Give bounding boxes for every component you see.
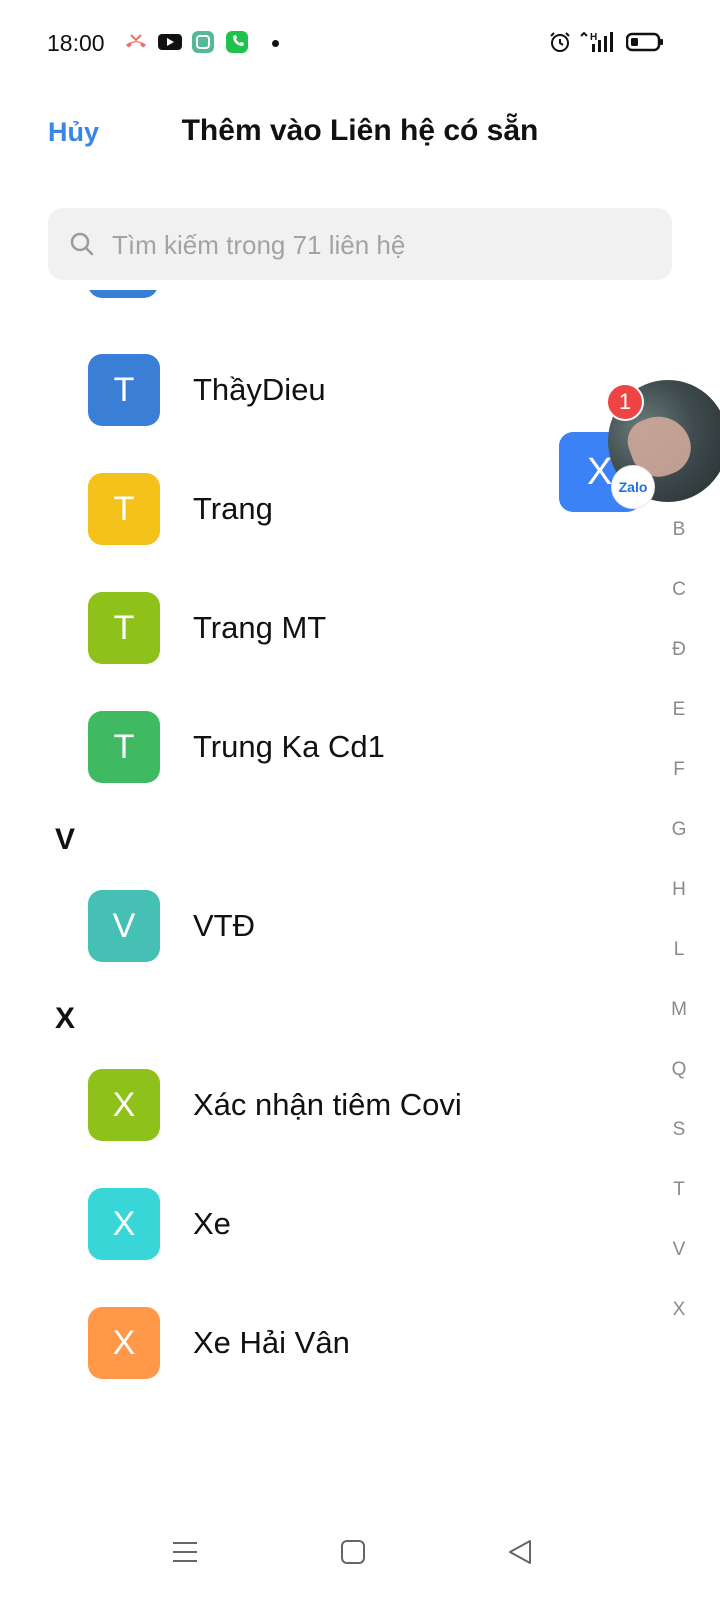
index-letter[interactable]: M xyxy=(664,980,694,1040)
contact-item[interactable]: T ThầyDieu xyxy=(0,330,680,448)
index-letter[interactable]: E xyxy=(664,680,694,740)
index-letter[interactable]: Đ xyxy=(664,620,694,680)
search-icon xyxy=(68,230,96,258)
phone-app-icon xyxy=(225,30,249,54)
index-letter[interactable]: Q xyxy=(664,1040,694,1100)
navigation-bar xyxy=(0,1520,720,1600)
avatar: T xyxy=(88,354,160,426)
contact-name: VTĐ xyxy=(193,908,255,943)
avatar: T xyxy=(88,592,160,664)
svg-text:H: H xyxy=(590,32,597,43)
section-header: V xyxy=(55,823,76,856)
signal-icon: H xyxy=(578,30,618,54)
youtube-icon xyxy=(158,30,182,54)
contact-item[interactable]: X Xe xyxy=(0,1164,680,1282)
menu-icon[interactable] xyxy=(165,1532,205,1572)
contact-name: Trang MT xyxy=(193,610,327,645)
avatar: X xyxy=(88,1069,160,1141)
back-icon[interactable] xyxy=(500,1532,540,1572)
index-letter[interactable]: C xyxy=(664,560,694,620)
index-letter[interactable]: T xyxy=(664,1160,694,1220)
index-letter[interactable]: X xyxy=(664,1280,694,1340)
avatar: T xyxy=(88,473,160,545)
avatar: X xyxy=(88,1188,160,1260)
contact-item[interactable]: T Trung Ka Cd1 xyxy=(0,687,680,805)
page-title: Thêm vào Liên hệ có sẵn xyxy=(181,114,539,147)
contact-item[interactable]: X Xác nhận tiêm Covi xyxy=(0,1045,680,1163)
index-letter[interactable]: G xyxy=(664,800,694,860)
search-input[interactable] xyxy=(110,208,654,282)
app-icon xyxy=(191,30,215,54)
contact-name: Trung Ka Cd1 xyxy=(193,729,385,764)
home-icon[interactable] xyxy=(333,1532,373,1572)
index-letter[interactable]: V xyxy=(664,1220,694,1280)
status-bar: 18:00 H xyxy=(0,0,720,88)
notification-dot xyxy=(272,40,279,47)
status-time: 18:00 xyxy=(47,30,105,56)
index-letter[interactable]: L xyxy=(664,920,694,980)
section-header: X xyxy=(55,1002,76,1035)
avatar: V xyxy=(88,890,160,962)
avatar xyxy=(88,290,158,298)
avatar: T xyxy=(88,711,160,783)
index-letter[interactable]: F xyxy=(664,740,694,800)
index-letter[interactable]: H xyxy=(664,860,694,920)
battery-icon xyxy=(626,30,664,54)
search-bar[interactable] xyxy=(48,208,672,282)
zalo-icon: Zalo xyxy=(612,466,654,508)
index-letter[interactable]: S xyxy=(664,1100,694,1160)
contact-item[interactable]: T Trang MT xyxy=(0,568,680,686)
contact-name: Xác nhận tiêm Covi xyxy=(193,1087,462,1122)
index-letter[interactable]: B xyxy=(664,500,694,560)
missed-call-icon xyxy=(124,30,148,54)
alarm-icon xyxy=(548,30,572,54)
contact-item[interactable]: X Xe Hải Vân xyxy=(0,1283,680,1401)
unread-badge: 1 xyxy=(606,383,644,421)
contact-name: ThầyDieu xyxy=(193,372,326,407)
contact-item[interactable]: V VTĐ xyxy=(0,866,680,984)
contact-name: Xe Hải Vân xyxy=(193,1325,350,1360)
alphabet-index[interactable]: B C Đ E F G H L M Q S T V X xyxy=(664,500,694,1340)
contact-name: Trang xyxy=(193,491,273,526)
avatar: X xyxy=(88,1307,160,1379)
contact-name: Xe xyxy=(193,1206,231,1241)
